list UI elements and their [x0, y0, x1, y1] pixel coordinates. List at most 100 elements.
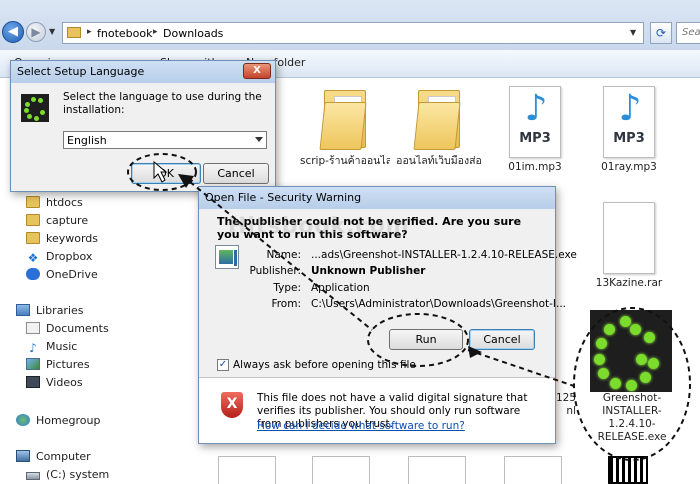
forward-button[interactable]: ▶: [26, 22, 46, 42]
nav-item-keywords[interactable]: keywords: [26, 232, 98, 250]
file-name: 01im.mp3: [508, 161, 562, 173]
select-setup-language-dialog: Select Setup Language X Select the langu…: [10, 60, 276, 192]
greenshot-dot: [604, 324, 615, 335]
refresh-button[interactable]: ⟳: [650, 22, 672, 44]
chevron-right-icon[interactable]: ▸: [153, 27, 158, 37]
computer-icon: [16, 450, 30, 462]
dialog-title: Open File - Security Warning: [199, 187, 555, 209]
music-icon: ♪: [29, 341, 37, 355]
help-link[interactable]: How can I decide what software to run?: [257, 420, 465, 432]
file-icon[interactable]: [408, 456, 466, 484]
pictures-icon: [26, 358, 40, 370]
music-note-icon: ♪: [618, 88, 642, 129]
file-item-folder-online[interactable]: ออนไลท์เว็บมืองส่อ: [394, 82, 484, 167]
always-ask-label[interactable]: Always ask before opening this file: [233, 359, 416, 371]
name-value: ...ads\Greenshot-INSTALLER-1.2.4.10-RELE…: [311, 249, 577, 261]
greenshot-dot: [644, 332, 655, 343]
nav-item-c-drive[interactable]: (C:) system: [26, 468, 109, 484]
file-item-01ray-mp3[interactable]: ♪ MP3 01ray.mp3: [584, 86, 674, 173]
greenshot-dot: [594, 354, 605, 365]
folder-icon: [413, 82, 464, 152]
nav-item-dropbox[interactable]: ❖ Dropbox: [26, 250, 93, 268]
language-prompt: Select the language to use during the in…: [63, 91, 262, 116]
nav-item-libraries[interactable]: Libraries: [16, 304, 84, 322]
search-input[interactable]: Sea: [676, 22, 700, 44]
file-item-01im-mp3[interactable]: ♪ MP3 01im.mp3: [490, 86, 580, 173]
breadcrumb-downloads[interactable]: Downloads: [163, 27, 223, 40]
nav-item-pictures[interactable]: Pictures: [26, 358, 90, 376]
folder-icon: [26, 232, 40, 244]
file-item-13kazine-rar[interactable]: 13Kazine.rar: [584, 202, 674, 289]
documents-icon: [26, 322, 40, 334]
homegroup-icon: [16, 414, 30, 426]
shield-warning-icon: X: [221, 392, 243, 418]
greenshot-dot: [598, 368, 609, 379]
file-name: scrip-ร้านค้าออนไล: [300, 155, 390, 167]
nav-item-htdocs[interactable]: htdocs: [26, 196, 83, 214]
address-bar[interactable]: ▸ fnotebook ▸ Downloads: [62, 22, 644, 44]
breadcrumb-fnotebook[interactable]: fnotebook: [97, 27, 152, 40]
language-select[interactable]: English: [63, 131, 267, 149]
nav-item-computer[interactable]: Computer: [16, 450, 91, 468]
greenshot-dot: [596, 338, 607, 349]
file-icon: [603, 202, 655, 274]
folder-icon: [67, 27, 81, 38]
back-button[interactable]: ◀: [2, 21, 24, 43]
type-value: Application: [311, 282, 370, 294]
greenshot-dot: [610, 378, 621, 389]
greenshot-dot: [620, 316, 631, 327]
greenshot-dot: [626, 380, 637, 391]
from-label: From:: [271, 298, 301, 310]
nav-item-capture[interactable]: capture: [26, 214, 88, 232]
file-icon[interactable]: [312, 456, 370, 484]
nav-item-homegroup[interactable]: Homegroup: [16, 414, 100, 432]
address-dropdown-icon[interactable]: ▼: [630, 28, 636, 37]
nav-item-videos[interactable]: Videos: [26, 376, 83, 394]
from-value: C:\Users\Administrator\Downloads\Greensh…: [311, 298, 567, 310]
greenshot-dot: [636, 354, 647, 365]
recent-pages-dropdown[interactable]: ▼: [49, 27, 55, 36]
cancel-button[interactable]: Cancel: [203, 163, 269, 184]
close-button[interactable]: X: [243, 63, 271, 79]
onedrive-icon: [26, 268, 40, 280]
chevron-down-icon: [255, 137, 263, 142]
type-label: Type:: [273, 282, 301, 294]
nav-item-onedrive[interactable]: OneDrive: [26, 268, 98, 286]
cancel-button[interactable]: Cancel: [469, 329, 535, 350]
ok-button[interactable]: OK: [131, 163, 201, 184]
dropbox-icon: ❖: [27, 251, 39, 265]
run-button[interactable]: Run: [389, 329, 463, 350]
drive-icon: [26, 472, 40, 480]
greenshot-dot: [640, 372, 651, 383]
libraries-icon: [16, 304, 30, 316]
file-name: 01ray.mp3: [601, 161, 657, 173]
chevron-right-icon[interactable]: ▸: [87, 27, 92, 37]
publisher-label: Publisher:: [249, 265, 301, 277]
watermark: Hitsbook.com: [228, 214, 410, 239]
file-name: 13Kazine.rar: [595, 277, 663, 289]
file-icon[interactable]: [218, 456, 276, 484]
videos-icon: [26, 376, 40, 388]
nav-item-documents[interactable]: Documents: [26, 322, 109, 340]
dialog-title: Select Setup Language: [11, 61, 275, 83]
publisher-value: Unknown Publisher: [311, 265, 426, 277]
folder-icon: [26, 196, 40, 208]
greenshot-dot: [630, 324, 641, 335]
file-name-greenshot[interactable]: Greenshot-INSTALLER-1.2.4.10-RELEASE.exe: [584, 392, 680, 444]
always-ask-checkbox[interactable]: ✓: [217, 359, 229, 371]
file-item-folder-scrip[interactable]: scrip-ร้านค้าออนไล: [300, 82, 390, 167]
greenshot-dot: [648, 358, 659, 369]
greenshot-logo-icon: [21, 94, 49, 122]
greenshot-installer-icon[interactable]: [590, 310, 672, 392]
file-name: ออนไลท์เว็บมืองส่อ: [396, 155, 482, 167]
warning-panel: X This file does not have a valid digita…: [199, 377, 555, 443]
mp3-file-icon: ♪ MP3: [603, 86, 655, 158]
music-note-icon: ♪: [524, 88, 548, 129]
file-icon[interactable]: [504, 456, 562, 484]
mp3-file-icon: ♪ MP3: [509, 86, 561, 158]
folder-icon: [319, 82, 370, 152]
folder-icon: [26, 214, 40, 226]
name-label: Name:: [266, 249, 301, 261]
qr-code-file-icon[interactable]: [608, 456, 648, 484]
nav-item-music[interactable]: ♪ Music: [26, 340, 77, 358]
